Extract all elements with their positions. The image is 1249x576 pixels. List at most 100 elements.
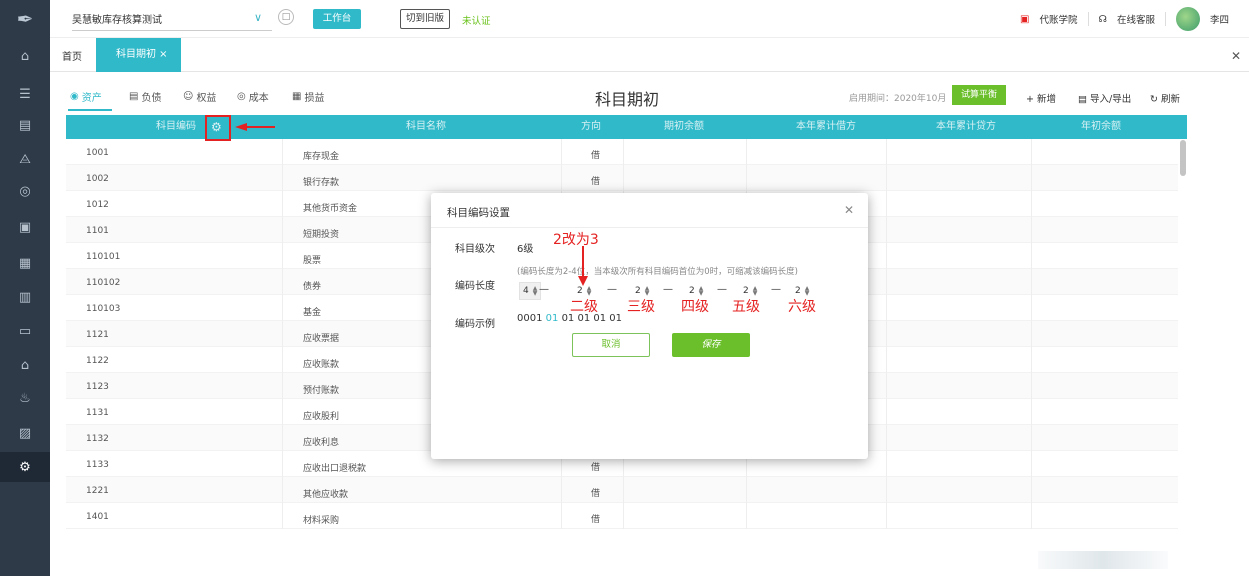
length-label: 编码长度 [455,281,495,292]
tab-profit-loss[interactable]: ▦ 损益 [292,89,324,104]
service-link[interactable]: 在线客服 [1117,12,1155,26]
cell-divider [1031,295,1032,321]
bank-nav-icon[interactable]: ⌂ [0,350,50,380]
table-row[interactable]: 1001 库存现金 借 [66,139,1178,165]
table-row[interactable]: 1401 材料采购 借 [66,503,1178,529]
tax-nav-icon[interactable]: ◎ [0,176,50,206]
cell-code: 1133 [86,460,109,470]
settings-nav-icon[interactable]: ⚙ [0,452,50,482]
trial-balance-button[interactable]: 试算平衡 [952,85,1006,105]
tab-liability[interactable]: ▤ 负债 [129,89,161,104]
workspace-button[interactable]: 工作台 [313,9,361,29]
tab-cost[interactable]: ◎ 成本 [237,89,269,104]
cell-divider [886,373,887,399]
save-button[interactable]: 保存 [672,333,750,357]
dash: — [607,284,617,295]
example-label: 编码示例 [455,319,495,330]
salary-nav-icon[interactable]: ♨ [0,383,50,413]
cell-name: 其他货币资金 [303,204,358,214]
level-label: 科目级次 [455,244,495,255]
spinner-icon[interactable]: ▲ ▼ [753,286,758,297]
add-button[interactable]: + 新增 [1026,91,1056,105]
cell-code: 110101 [86,252,121,262]
tab-opening-balance[interactable]: 科目期初 × [96,38,181,72]
cell-code: 1101 [86,226,109,236]
cell-divider [561,139,562,165]
spinner-icon[interactable]: ▲ ▼ [587,286,592,297]
unverified-badge[interactable]: 未认证 [462,13,491,27]
home-nav-icon[interactable]: ⌂ [0,41,50,71]
academy-link[interactable]: 代账学院 [1040,12,1078,26]
tab-equity[interactable]: ☺ 权益 [183,89,216,104]
dash: — [717,284,727,295]
invoice-nav-icon[interactable]: ▣ [0,212,50,242]
cell-divider [561,477,562,503]
cell-code: 110103 [86,304,121,314]
gear-icon[interactable]: ⚙ [211,120,222,134]
wallet-nav-icon[interactable]: ▭ [0,316,50,346]
col-name: 科目名称 [406,121,446,132]
col-year-start: 年初余额 [1081,121,1121,132]
spinner-icon[interactable]: ▲ ▼ [533,286,538,297]
refresh-button[interactable]: ↻ 刷新 [1150,91,1180,105]
cell-divider [886,347,887,373]
enable-period: 启用期间：2020年10月 [849,94,947,104]
close-icon[interactable]: ✕ [1231,49,1241,63]
cell-code: 1012 [86,200,109,210]
length-stepper-1[interactable]: 4 ▲ ▼ [519,282,542,300]
cell-divider [282,451,283,477]
table-row[interactable]: 1002 银行存款 借 [66,165,1178,191]
cell-code: 1221 [86,486,109,496]
scrollbar[interactable] [1180,140,1186,176]
cell-divider [282,191,283,217]
spinner-icon[interactable]: ▲ ▼ [645,286,650,297]
divider [1164,12,1166,26]
spinner-icon[interactable]: ▲ ▼ [805,286,810,297]
voucher-nav-icon[interactable]: ☰ [0,79,50,109]
cell-code: 1122 [86,356,109,366]
avatar[interactable] [1175,7,1200,31]
table-row[interactable]: 1221 其他应收款 借 [66,477,1178,503]
divider [431,227,868,228]
company-select[interactable]: 吴慧敏库存核算测试 [72,11,272,31]
cell-name: 基金 [303,308,322,318]
report-nav-icon[interactable]: ⨺ [0,144,50,174]
col-direction: 方向 [581,121,601,132]
old-version-button[interactable]: 切到旧版 [400,9,450,29]
ledger-nav-icon[interactable]: ▤ [0,110,50,140]
level-value: 6级 [517,244,534,255]
tab-asset[interactable]: ◉ 资产 [70,89,102,104]
period-end-nav-icon[interactable]: ▨ [0,418,50,448]
cell-name: 银行存款 [303,178,340,188]
close-icon[interactable]: ✕ [844,203,854,217]
cell-name: 预付账款 [303,386,340,396]
cell-name: 材料采购 [303,516,340,526]
cell-divider [282,295,283,321]
blurred-overlay [1038,551,1168,569]
cell-divider [886,269,887,295]
cancel-button[interactable]: 取消 [572,333,650,357]
cell-divider [1031,347,1032,373]
book-icon[interactable]: □ [278,9,294,25]
dialog-title: 科目编码设置 [447,207,510,219]
col-opening: 期初余额 [664,121,704,132]
cell-divider [886,477,887,503]
tab-home[interactable]: 首页 [62,48,82,63]
cell-direction: 借 [591,463,601,473]
cell-name: 应收票据 [303,334,340,344]
spinner-icon[interactable]: ▲ ▼ [699,286,704,297]
tab-bar: 首页 科目期初 × ✕ [50,38,1249,72]
cell-divider [623,477,624,503]
inventory-nav-icon[interactable]: ▥ [0,282,50,312]
cell-divider [282,165,283,191]
chevron-down-icon[interactable]: ∨ [254,11,262,24]
cell-divider [282,347,283,373]
user-name[interactable]: 李四 [1210,12,1229,26]
cell-divider [1031,191,1032,217]
cell-divider [746,503,747,529]
import-export-button[interactable]: ▤ 导入/导出 [1078,91,1131,105]
cell-divider [282,217,283,243]
cell-name: 应收利息 [303,438,340,448]
code-settings-dialog: 科目编码设置 ✕ 科目级次 6级 (编码长度为2-4位，当本级次所有科目编码首位… [431,193,868,459]
asset-nav-icon[interactable]: ▦ [0,248,50,278]
